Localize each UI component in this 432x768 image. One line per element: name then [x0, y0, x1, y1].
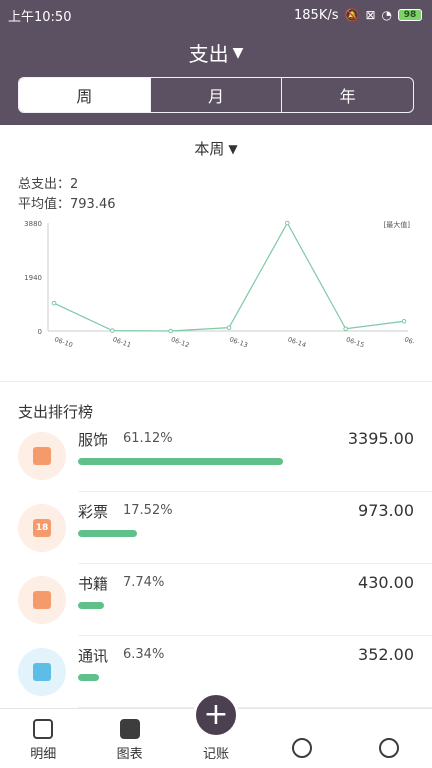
item-name: 通讯 [78, 647, 109, 665]
avg-label: 平均值： [18, 197, 71, 212]
type-dropdown[interactable]: 支出 ▼ [0, 38, 432, 67]
item-name: 彩票 [78, 503, 109, 521]
progress-track [78, 674, 414, 681]
plus-icon: + [203, 697, 229, 732]
total-row: 总支出：2 [18, 175, 116, 195]
clothing-icon [18, 432, 66, 480]
legend-text: [最大值] [384, 220, 411, 229]
battery-icon: 98 [398, 9, 422, 21]
range-tabs: 周 月 年 [18, 77, 414, 113]
item-name: 服饰 [78, 431, 109, 449]
glyph: 18 [33, 519, 51, 537]
list-item[interactable]: 18 彩票 17.52% 973.00 [0, 492, 432, 564]
avg-value: 793.46 [70, 197, 116, 212]
tab-month-label: 月 [208, 87, 225, 106]
glyph [33, 663, 51, 681]
item-amount: 3395.00 [347, 429, 414, 448]
item-amount: 352.00 [358, 645, 414, 664]
nav-chart-label: 图表 [116, 747, 143, 762]
caret-down-icon: ▼ [228, 141, 238, 156]
list-item[interactable]: 书籍 7.74% 430.00 [0, 564, 432, 636]
progress-track [78, 458, 414, 465]
lottery-icon: 18 [18, 504, 66, 552]
nav-detail[interactable]: 明细 [0, 709, 86, 768]
ranking-title: 支出排行榜 [18, 403, 94, 421]
period-selector[interactable]: 本周 ▼ [0, 138, 432, 159]
data-point [110, 328, 115, 333]
nav-detail-label: 明细 [30, 747, 57, 762]
progress-bar [78, 602, 104, 609]
progress-track [78, 530, 414, 537]
period-label: 本周 [194, 140, 225, 158]
item-percent: 6.34% [123, 647, 165, 662]
avg-row: 平均值：793.46 [18, 195, 116, 215]
tab-week-label: 周 [76, 87, 93, 106]
item-name: 书籍 [78, 575, 109, 593]
profile-icon [378, 738, 399, 758]
data-point [51, 300, 57, 306]
glyph [33, 447, 51, 465]
item-percent: 61.12% [123, 431, 173, 446]
tab-year-label: 年 [339, 87, 356, 106]
tab-year[interactable]: 年 [282, 78, 413, 112]
item-percent: 7.74% [123, 575, 165, 590]
y-tick-label: 0 [38, 328, 42, 336]
line-chart: 3880 1940 0 [最大值] 06-10 06-11 06-12 06-13 06-14 0… [18, 215, 414, 355]
progress-bar [78, 458, 284, 465]
nav-add-label: 记账 [203, 747, 230, 762]
caret-down-icon: ▼ [232, 44, 244, 61]
nav-profile[interactable] [346, 709, 432, 768]
data-point [285, 220, 290, 226]
page-title: 支出 [188, 42, 229, 66]
nav-chart[interactable]: 图表 [86, 709, 172, 768]
list-item[interactable]: 服饰 61.12% 3395.00 [0, 420, 432, 492]
divider [0, 381, 432, 382]
wifi-icon: ◔ [381, 8, 392, 22]
total-value: 2 [70, 177, 79, 192]
status-bar: 上午10:50 185K/s 🔕 ⊠ ◔ 98 [0, 0, 432, 30]
x-tick-label: 06-13 [228, 335, 248, 349]
tab-week[interactable]: 周 [19, 78, 151, 112]
data-point [401, 318, 407, 324]
item-percent: 17.52% [123, 503, 173, 518]
sim-icon: ⊠ [365, 8, 376, 22]
x-tick-label: 06-15 [345, 335, 365, 349]
tab-month[interactable]: 月 [151, 78, 283, 112]
x-tick-label: 06-10 [53, 335, 73, 349]
chart-icon [119, 719, 140, 739]
total-label: 总支出： [18, 177, 71, 192]
y-tick-label: 3880 [24, 220, 42, 228]
data-point [343, 326, 348, 332]
glyph [33, 591, 51, 609]
mute-icon: 🔕 [344, 8, 360, 22]
add-button[interactable]: + [193, 692, 239, 738]
x-tick-label: 06-16 [403, 335, 414, 349]
ranking-list: 服饰 61.12% 3395.00 18 彩票 17.52% 973.00 书籍… [0, 420, 432, 708]
data-point [226, 325, 232, 330]
data-point [168, 328, 173, 334]
progress-bar [78, 530, 137, 537]
x-tick-label: 06-14 [287, 335, 307, 349]
category-icon [292, 738, 313, 758]
chart-svg: 3880 1940 0 [最大值] 06-10 06-11 06-12 06-13 06-14 0… [24, 220, 414, 349]
y-tick-label: 1940 [24, 274, 42, 282]
header: 上午10:50 185K/s 🔕 ⊠ ◔ 98 支出 ▼ 周 月 年 [0, 0, 432, 125]
status-right: 185K/s 🔕 ⊠ ◔ 98 [294, 8, 422, 23]
item-amount: 973.00 [358, 501, 414, 520]
x-tick-label: 06-11 [112, 335, 132, 349]
book-icon [18, 576, 66, 624]
list-icon [33, 719, 54, 739]
progress-bar [78, 674, 100, 681]
network-speed: 185K/s [294, 7, 339, 23]
summary: 总支出：2 平均值：793.46 [18, 175, 116, 215]
nav-category[interactable] [259, 709, 345, 768]
progress-track [78, 602, 414, 609]
status-time: 上午10:50 [8, 9, 72, 25]
series-line [53, 221, 405, 332]
item-amount: 430.00 [358, 573, 414, 592]
x-tick-label: 06-12 [170, 335, 190, 349]
phone-icon [18, 648, 66, 696]
